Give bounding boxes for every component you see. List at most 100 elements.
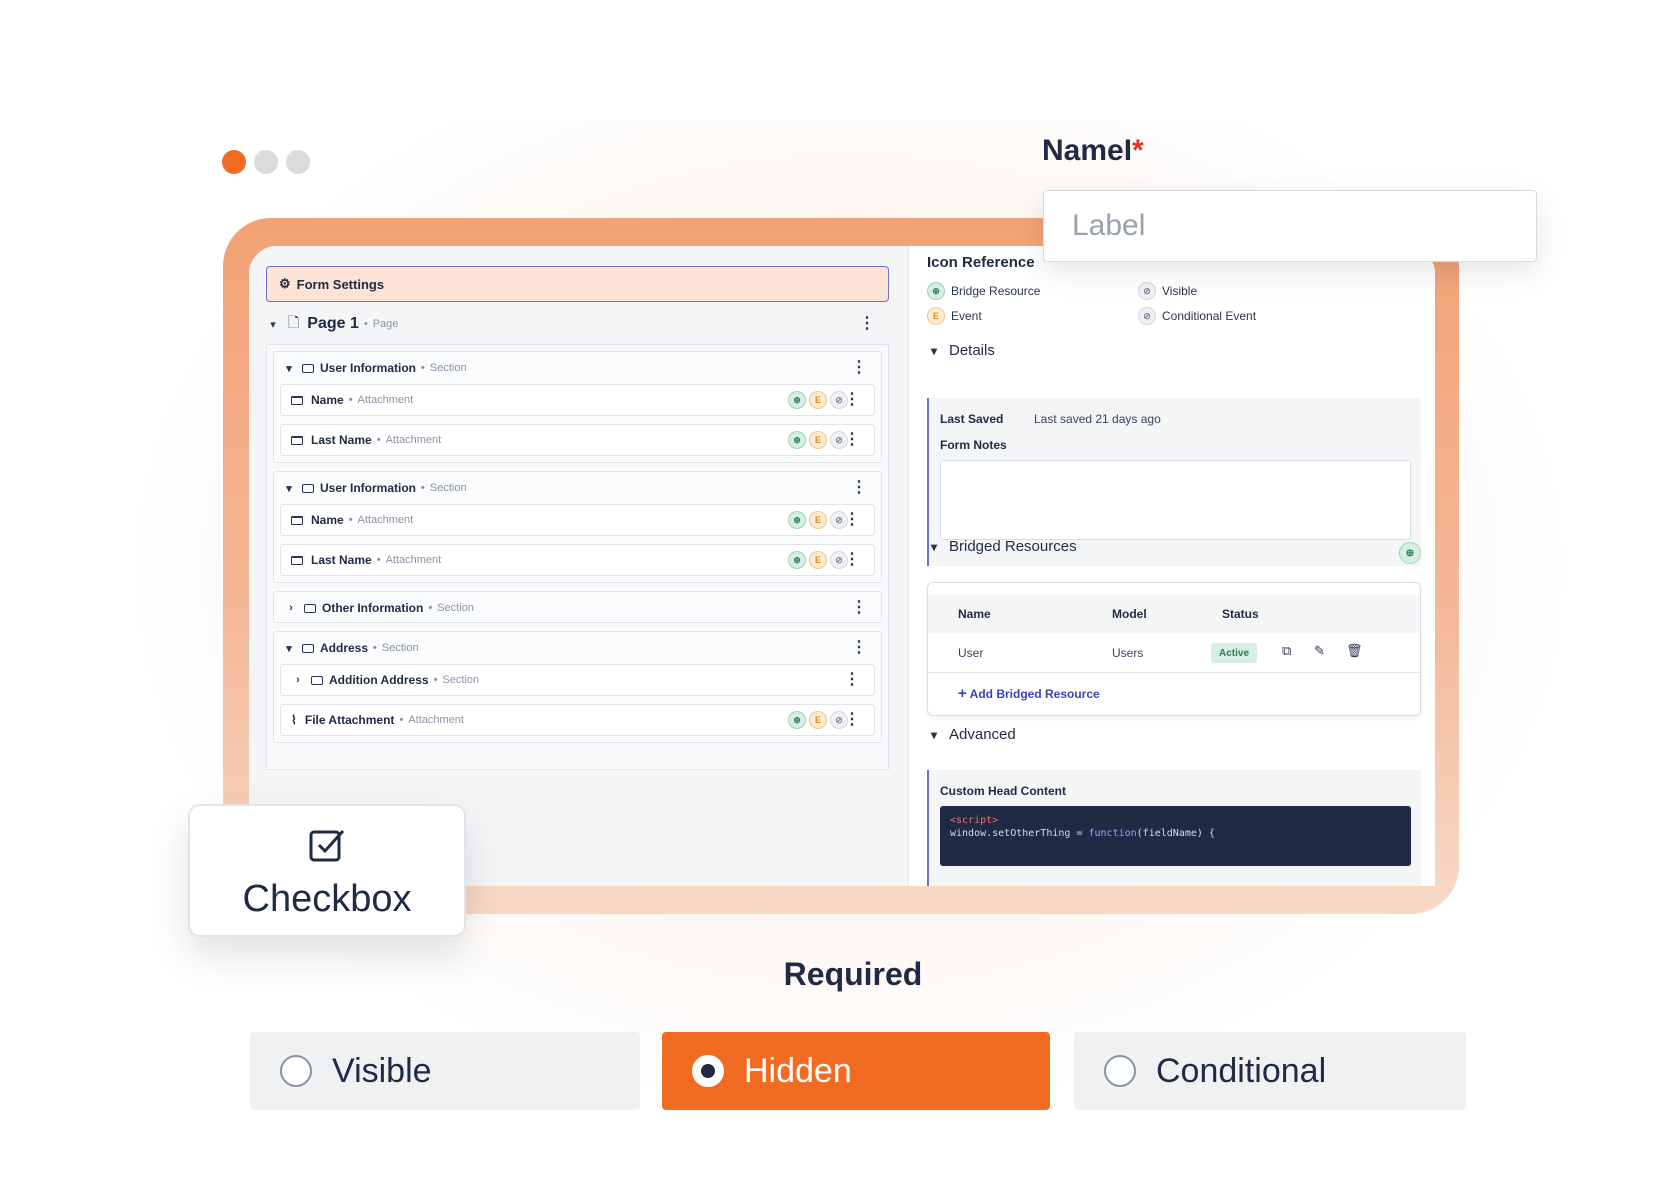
section-header[interactable]: › Other Information • Section ⋮ (274, 592, 881, 624)
chevron-down-icon[interactable]: ▾ (266, 318, 280, 331)
bridge-resource-icon: ⊕ (788, 711, 806, 729)
form-notes-label: Form Notes (940, 438, 1007, 452)
section-user-information: ▾ User Information • Section ⋮ Name • Atta… (273, 471, 882, 583)
kebab-menu-icon[interactable]: ⋮ (844, 512, 860, 528)
kebab-menu-icon[interactable]: ⋮ (851, 600, 867, 616)
option-conditional[interactable]: Conditional (1074, 1032, 1466, 1110)
option-visible[interactable]: Visible (250, 1032, 640, 1110)
chevron-down-icon[interactable]: ▾ (282, 362, 296, 375)
event-icon: E (809, 711, 827, 729)
icon-reference-label: Bridge Resource (951, 284, 1041, 298)
event-icon: E (809, 431, 827, 449)
bridge-resource-icon: ⊕ (788, 391, 806, 409)
chevron-down-icon[interactable]: ▾ (927, 728, 941, 742)
kebab-menu-icon[interactable]: ⋮ (851, 360, 867, 376)
field-type: Attachment (357, 394, 414, 406)
kebab-menu-icon[interactable]: ⋮ (844, 552, 860, 568)
custom-head-label: Custom Head Content (940, 784, 1066, 798)
section-type: Section (381, 642, 419, 654)
form-settings-bar[interactable]: ⚙ Form Settings (266, 266, 889, 302)
section-header[interactable]: ▾ User Information • Section ⋮ (274, 352, 881, 384)
bridged-resources-accordion[interactable]: ▾ Bridged Resources (927, 538, 1077, 555)
checkbox-field-card[interactable]: Checkbox (188, 804, 466, 937)
add-bridged-resource-button[interactable]: + Add Bridged Resource (958, 685, 1100, 702)
field-row[interactable]: Last Name • Attachment ⊕ E ⊘ ⋮ (280, 544, 875, 576)
section-title: User Information (320, 361, 417, 375)
option-label: Hidden (744, 1051, 852, 1090)
delete-icon[interactable]: 🗑 (1346, 643, 1363, 659)
kebab-menu-icon[interactable]: ⋮ (851, 480, 867, 496)
visible-icon: ⊘ (1138, 282, 1156, 300)
kebab-menu-icon[interactable]: ⋮ (844, 392, 860, 408)
checkbox-label: Checkbox (242, 878, 412, 920)
page-title: Page 1 (307, 315, 359, 332)
bridged-resources-table: Name Model Status User Users Active ⧉ ✎ … (927, 582, 1421, 716)
field-row[interactable]: Last Name • Attachment ⊕ E ⊘ ⋮ (280, 424, 875, 456)
icon-reference-conditional: ⊘ Conditional Event (1138, 307, 1256, 325)
icon-reference-event: E Event (927, 307, 982, 325)
window-dot-maximize[interactable] (286, 150, 310, 174)
add-bridged-resource-label: Add Bridged Resource (969, 687, 1100, 701)
code-text: window.setOtherThing = (950, 828, 1089, 839)
custom-head-code-editor[interactable]: <script> window.setOtherThing = function… (940, 806, 1411, 866)
event-icon: E (809, 391, 827, 409)
kebab-menu-icon[interactable]: ⋮ (844, 432, 860, 448)
bridge-resource-icon[interactable]: ⊕ (1399, 542, 1421, 564)
radio-button[interactable] (1104, 1055, 1136, 1087)
field-row[interactable]: Name • Attachment ⊕ E ⊘ ⋮ (280, 504, 875, 536)
subsection-row[interactable]: › Addition Address • Section ⋮ (280, 664, 875, 696)
chevron-right-icon[interactable]: › (291, 674, 305, 686)
page-icon: 🗋 (288, 314, 300, 330)
field-name: Name (311, 513, 344, 527)
label-input[interactable]: Label (1043, 190, 1537, 262)
form-settings-label: Form Settings (296, 276, 385, 292)
chevron-down-icon[interactable]: ▾ (927, 344, 941, 358)
details-accordion[interactable]: ▾ Details (927, 342, 995, 359)
chevron-down-icon[interactable]: ▾ (282, 482, 296, 495)
icon-reference-label: Visible (1162, 284, 1198, 298)
field-name: Name (311, 393, 344, 407)
window-dot-close[interactable] (222, 150, 246, 174)
section-other-information: › Other Information • Section ⋮ (273, 591, 882, 623)
radio-button[interactable] (692, 1055, 724, 1087)
form-builder-screen: ⚙ Form Settings ▾ 🗋 Page 1 • Page ⋮ ▾ Us… (249, 246, 1435, 886)
kebab-menu-icon[interactable]: ⋮ (859, 316, 875, 332)
field-type: Attachment (385, 434, 442, 446)
section-address: ▾ Address • Section ⋮ › Addition Address … (273, 631, 882, 743)
window-dot-minimize[interactable] (254, 150, 278, 174)
code-keyword: function (1088, 828, 1137, 839)
page-row[interactable]: ▾ 🗋 Page 1 • Page ⋮ (266, 306, 889, 342)
section-header[interactable]: ▾ Address • Section ⋮ (274, 632, 881, 664)
advanced-accordion[interactable]: ▾ Advanced (927, 726, 1016, 743)
icon-reference-bridge: ⊕ Bridge Resource (927, 282, 1040, 300)
option-hidden[interactable]: Hidden (662, 1032, 1050, 1110)
details-title: Details (949, 342, 995, 359)
field-row[interactable]: ⌇ File Attachment • Attachment ⊕ E ⊘ ⋮ (280, 704, 875, 736)
bridge-resource-icon: ⊕ (788, 511, 806, 529)
properties-panel: Icon Reference ⊕ Bridge Resource ⊘ Visible… (910, 246, 1435, 886)
radio-button[interactable] (280, 1055, 312, 1087)
kebab-menu-icon[interactable]: ⋮ (844, 712, 860, 728)
field-type: Attachment (408, 714, 464, 726)
page-content: ▾ User Information • Section ⋮ Name • Atta… (266, 344, 889, 770)
chevron-right-icon[interactable]: › (284, 602, 298, 614)
status-badge: Active (1211, 643, 1258, 663)
label-input-placeholder: Label (1072, 209, 1146, 242)
kebab-menu-icon[interactable]: ⋮ (844, 672, 860, 688)
table-row: User Users Active ⧉ ✎ 🗑 (928, 633, 1420, 673)
field-name: Last Name (311, 433, 372, 447)
section-type: Section (429, 362, 467, 374)
column-header: Status (1222, 607, 1259, 621)
field-type: Attachment (385, 554, 442, 566)
section-header[interactable]: ▾ User Information • Section ⋮ (274, 472, 881, 504)
advanced-content: Custom Head Content <script> window.setO… (927, 770, 1421, 886)
form-notes-textarea[interactable] (940, 460, 1411, 540)
option-label: Conditional (1156, 1051, 1327, 1090)
field-row[interactable]: Name • Attachment ⊕ E ⊘ ⋮ (280, 384, 875, 416)
edit-icon[interactable]: ✎ (1314, 643, 1325, 659)
page-type: Page (372, 318, 399, 330)
kebab-menu-icon[interactable]: ⋮ (851, 640, 867, 656)
chevron-down-icon[interactable]: ▾ (282, 642, 296, 655)
chevron-down-icon[interactable]: ▾ (927, 540, 941, 554)
copy-icon[interactable]: ⧉ (1282, 643, 1291, 659)
